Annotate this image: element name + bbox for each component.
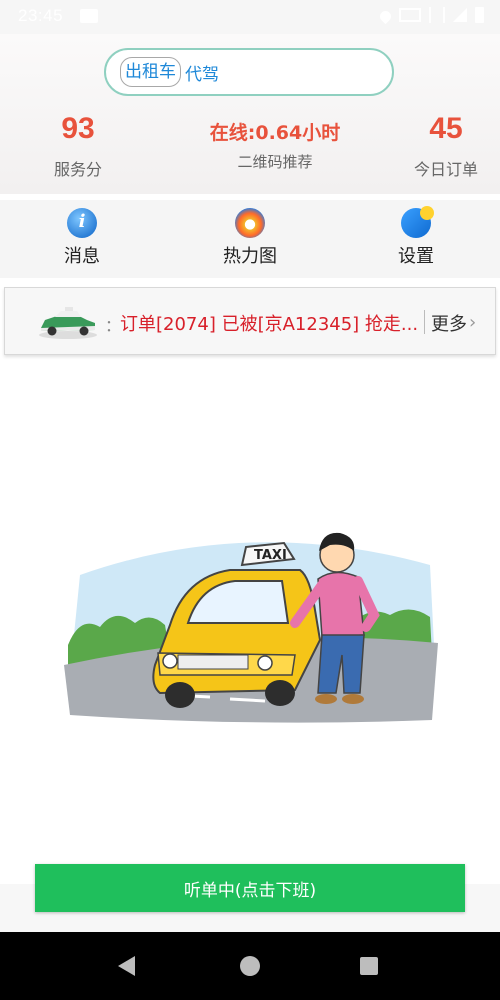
back-icon[interactable] bbox=[118, 956, 135, 976]
status-bar: 23:45 bbox=[0, 0, 500, 34]
service-score-value: 93 bbox=[61, 112, 95, 145]
svg-text:TAXI: TAXI bbox=[254, 548, 287, 563]
notice-separator: ： bbox=[105, 316, 122, 335]
signal-icon bbox=[453, 8, 467, 22]
online-duration: 在线:0.64小时 bbox=[209, 122, 341, 144]
mode-switch: 出租车 代驾 bbox=[104, 48, 394, 96]
battery-icon bbox=[475, 7, 484, 23]
service-score-stat[interactable]: 93 服务分 bbox=[38, 112, 118, 180]
go-off-duty-button[interactable]: 听单中(点击下班) bbox=[35, 864, 465, 912]
today-orders-value: 45 bbox=[429, 112, 463, 145]
taxi-driver-illustration: TAXI bbox=[64, 532, 438, 723]
today-orders-stat[interactable]: 45 今日订单 bbox=[400, 112, 492, 180]
mode-option-designated-driver[interactable]: 代驾 bbox=[185, 60, 219, 85]
service-score-label: 服务分 bbox=[53, 160, 102, 179]
messages-label: 消息 bbox=[64, 246, 100, 267]
home-icon[interactable] bbox=[240, 956, 260, 976]
image-notification-icon bbox=[80, 9, 98, 23]
today-orders-label: 今日订单 bbox=[413, 160, 478, 179]
chevron-right-icon: › bbox=[469, 312, 477, 333]
info-icon bbox=[67, 208, 97, 238]
notice-divider bbox=[424, 310, 425, 334]
header: 出租车 代驾 93 服务分 在线:0.64小时 二维码推荐 45 今日订单 bbox=[0, 34, 500, 194]
settings-label: 设置 bbox=[398, 246, 434, 267]
quick-actions: 消息 热力图 设置 bbox=[0, 200, 500, 278]
order-notice-bar[interactable]: ： 订单[2074] 已被[京A12345] 抢走... 更多 › bbox=[4, 287, 496, 355]
heatmap-label: 热力图 bbox=[223, 246, 277, 267]
settings-icon bbox=[401, 206, 434, 238]
location-icon bbox=[377, 8, 394, 24]
messages-button[interactable]: 消息 bbox=[22, 208, 142, 268]
heatmap-icon bbox=[235, 208, 265, 238]
notice-more-link[interactable]: 更多 bbox=[431, 310, 467, 336]
mode-option-taxi[interactable]: 出租车 bbox=[120, 57, 181, 87]
vibrate-icon bbox=[399, 8, 421, 22]
status-icons bbox=[377, 7, 484, 24]
system-nav-bar bbox=[0, 932, 500, 1000]
recent-apps-icon[interactable] bbox=[360, 957, 378, 975]
qr-recommend-label[interactable]: 二维码推荐 bbox=[180, 151, 370, 172]
taxi-car-icon bbox=[39, 307, 97, 339]
settings-button[interactable]: 设置 bbox=[356, 206, 476, 268]
notice-message: 订单[2074] 已被[京A12345] 抢走... bbox=[120, 314, 419, 335]
online-stat[interactable]: 在线:0.64小时 二维码推荐 bbox=[180, 118, 370, 172]
status-time: 23:45 bbox=[18, 6, 64, 25]
heatmap-button[interactable]: 热力图 bbox=[190, 208, 310, 268]
data-transfer-icon bbox=[429, 7, 445, 23]
